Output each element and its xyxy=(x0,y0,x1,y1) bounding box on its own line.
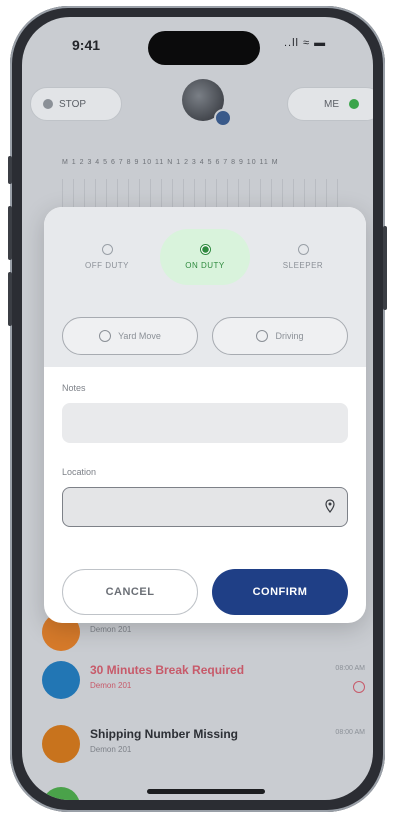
confirm-label: CONFIRM xyxy=(252,586,308,598)
option-label: ON DUTY xyxy=(185,261,225,270)
list-item[interactable]: Shipping Number Missing Demon 201 08:00 … xyxy=(22,721,373,781)
status-icons: ..ll ≈ ▬ xyxy=(284,37,327,49)
location-label: Location xyxy=(62,467,97,477)
event-title: 30 Minutes Break Required xyxy=(90,663,245,677)
duty-log-grid: M 1 2 3 4 5 6 7 8 9 10 11 N 1 2 3 4 5 6 … xyxy=(52,139,353,213)
option-label: OFF DUTY xyxy=(85,261,129,270)
status-pill[interactable]: ME xyxy=(287,87,373,121)
status-bar: 9:41 ..ll ≈ ▬ xyxy=(22,17,373,71)
stop-icon xyxy=(43,99,53,109)
alert-icon xyxy=(353,681,365,693)
radio-icon xyxy=(99,330,112,342)
event-icon xyxy=(42,661,80,699)
confirm-button[interactable]: CONFIRM xyxy=(212,569,348,615)
radio-icon xyxy=(101,244,113,255)
driving-option[interactable]: Driving xyxy=(212,317,348,355)
radio-selected-icon xyxy=(199,244,211,255)
event-icon xyxy=(42,725,80,763)
dynamic-island xyxy=(148,31,260,65)
option-label: SLEEPER xyxy=(282,261,324,270)
duty-selector: OFF DUTY ON DUTY SLEEPER Yard Move Drivi… xyxy=(44,207,366,367)
status-dot-icon xyxy=(349,99,359,109)
avatar-badge-icon xyxy=(214,109,232,127)
notes-label: Notes xyxy=(62,383,86,393)
cancel-button[interactable]: CANCEL xyxy=(62,569,198,615)
option-sleeper[interactable]: SLEEPER xyxy=(260,229,346,285)
location-field[interactable] xyxy=(62,487,348,527)
volume-down-button xyxy=(8,272,12,326)
event-time: 08:00 AM xyxy=(335,729,365,736)
event-subtitle: Demon 201 xyxy=(90,625,132,634)
top-bar: STOP ME xyxy=(22,79,373,129)
duty-status-modal: OFF DUTY ON DUTY SLEEPER Yard Move Drivi… xyxy=(44,207,366,623)
event-subtitle: Demon 201 xyxy=(90,745,132,754)
yard-move-label: Yard Move xyxy=(118,331,161,341)
event-title: Shipping Number Missing xyxy=(90,727,239,741)
power-button xyxy=(383,226,387,310)
option-on-duty[interactable]: ON DUTY xyxy=(160,229,250,285)
event-time: 08:00 AM xyxy=(335,665,365,672)
stop-label: STOP xyxy=(59,98,87,110)
cancel-label: CANCEL xyxy=(105,586,155,598)
home-indicator xyxy=(147,789,265,794)
grid-ticks: M 1 2 3 4 5 6 7 8 9 10 11 N 1 2 3 4 5 6 … xyxy=(62,159,279,166)
driving-label: Driving xyxy=(275,331,304,341)
status-pill-label: ME xyxy=(324,98,339,110)
status-time: 9:41 xyxy=(72,37,101,53)
event-icon xyxy=(42,787,80,800)
option-off-duty[interactable]: OFF DUTY xyxy=(64,229,150,285)
location-pin-icon[interactable] xyxy=(325,499,335,513)
notes-field[interactable] xyxy=(62,403,348,443)
action-button xyxy=(8,156,12,184)
event-subtitle: Demon 201 xyxy=(90,681,132,690)
list-item[interactable]: 30 Minutes Break Required Demon 201 08:0… xyxy=(22,657,373,717)
screen: 9:41 ..ll ≈ ▬ STOP ME M 1 2 3 4 5 6 7 8 … xyxy=(22,17,373,800)
volume-up-button xyxy=(8,206,12,260)
radio-icon xyxy=(297,244,309,255)
stop-pill[interactable]: STOP xyxy=(30,87,122,121)
yard-move-option[interactable]: Yard Move xyxy=(62,317,198,355)
radio-icon xyxy=(256,330,269,342)
